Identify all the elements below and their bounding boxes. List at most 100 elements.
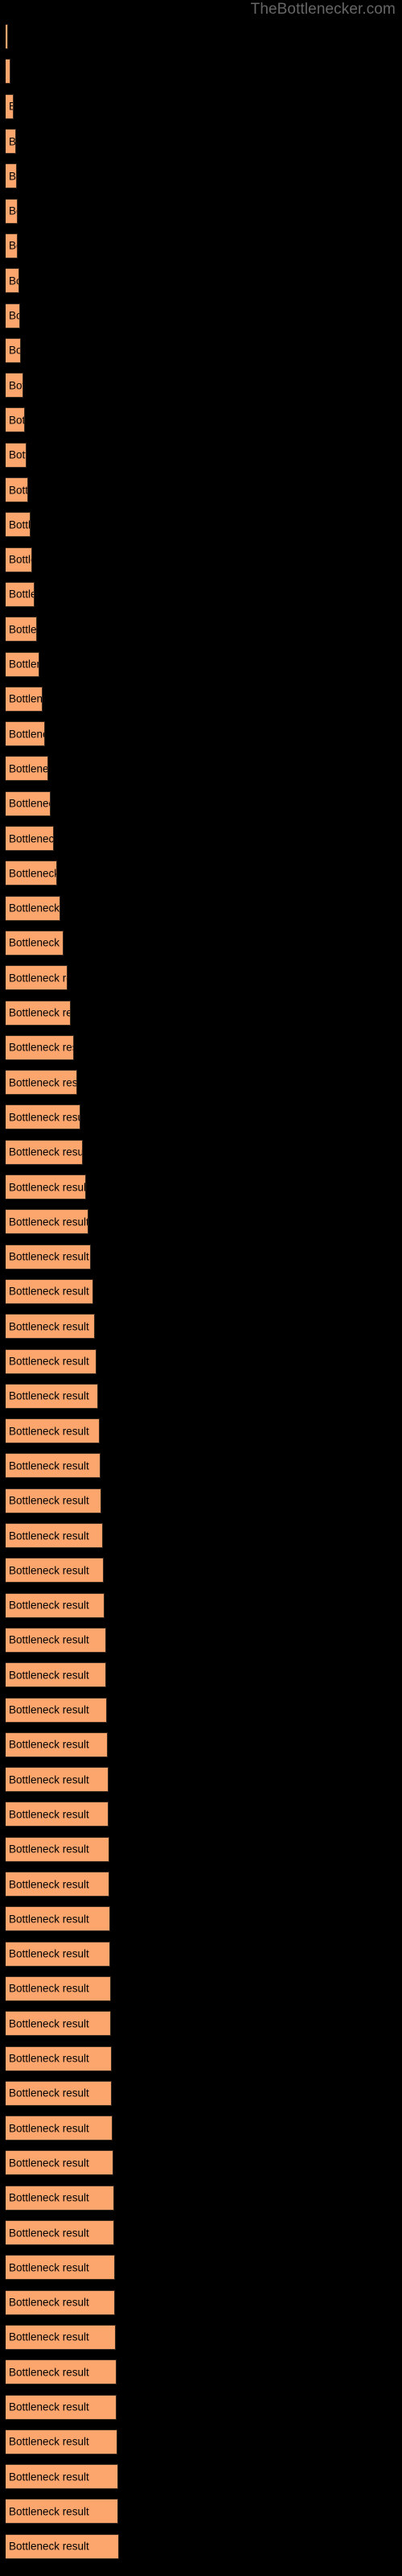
bar[interactable]: Bottleneck result bbox=[6, 129, 16, 155]
bar-row: Bottleneck result bbox=[0, 2041, 402, 2075]
bar[interactable]: Bottleneck result bbox=[6, 2011, 111, 2037]
bar[interactable]: Bottleneck result bbox=[6, 1592, 105, 1618]
bar[interactable]: Bottleneck result bbox=[6, 373, 23, 398]
bar[interactable]: Bottleneck result bbox=[6, 477, 28, 503]
bar[interactable]: Bottleneck result bbox=[6, 2289, 115, 2315]
bar[interactable]: Bottleneck result bbox=[6, 826, 54, 852]
bar[interactable]: Bottleneck result bbox=[6, 24, 8, 50]
bar[interactable]: Bottleneck result bbox=[6, 2394, 117, 2420]
bar-row: Bottleneck result bbox=[0, 159, 402, 193]
bar[interactable]: Bottleneck result bbox=[6, 1836, 109, 1862]
bar[interactable]: Bottleneck result bbox=[6, 1697, 107, 1723]
bar-label: Bottleneck result bbox=[9, 1285, 89, 1298]
bar-label: Bottleneck result bbox=[9, 2435, 89, 2448]
bar[interactable]: Bottleneck result bbox=[6, 1662, 106, 1688]
bar[interactable]: Bottleneck result bbox=[6, 1523, 103, 1549]
bar-label: Bottleneck result bbox=[9, 274, 18, 287]
bar[interactable]: Bottleneck result bbox=[6, 2499, 118, 2524]
bar-row: Bottleneck result bbox=[0, 1240, 402, 1274]
bar[interactable]: Bottleneck result bbox=[6, 2255, 115, 2281]
bar[interactable]: Bottleneck result bbox=[6, 407, 25, 433]
bar[interactable]: Bottleneck result bbox=[6, 1941, 110, 1967]
bar[interactable]: Bottleneck result bbox=[6, 1278, 93, 1304]
bar-row: Bottleneck result bbox=[0, 646, 402, 681]
bar[interactable]: Bottleneck result bbox=[6, 756, 48, 782]
bar-row: Bottleneck result bbox=[0, 960, 402, 995]
bar[interactable]: Bottleneck result bbox=[6, 1000, 71, 1026]
bar-row: Bottleneck result bbox=[0, 891, 402, 926]
bar[interactable]: Bottleneck result bbox=[6, 686, 43, 712]
bar[interactable]: Bottleneck result bbox=[6, 1453, 100, 1479]
bar[interactable]: Bottleneck result bbox=[6, 1418, 100, 1444]
bar[interactable]: Bottleneck result bbox=[6, 791, 51, 816]
bar[interactable]: Bottleneck result bbox=[6, 895, 60, 921]
bar[interactable]: Bottleneck result bbox=[6, 1034, 74, 1060]
bar[interactable]: Bottleneck result bbox=[6, 1314, 95, 1340]
bar[interactable]: Bottleneck result bbox=[6, 442, 27, 468]
bar-row: Bottleneck result bbox=[0, 124, 402, 159]
bar[interactable]: Bottleneck result bbox=[6, 1383, 98, 1409]
bar[interactable]: Bottleneck result bbox=[6, 1070, 77, 1096]
bar[interactable]: Bottleneck result bbox=[6, 233, 18, 258]
bar[interactable]: Bottleneck result bbox=[6, 1348, 96, 1374]
bar[interactable]: Bottleneck result bbox=[6, 930, 64, 956]
bar[interactable]: Bottleneck result bbox=[6, 965, 68, 991]
bar[interactable]: Bottleneck result bbox=[6, 1209, 88, 1235]
bar[interactable]: Bottleneck result bbox=[6, 1488, 101, 1513]
bar[interactable]: Bottleneck result bbox=[6, 1558, 104, 1583]
bar[interactable]: Bottleneck result bbox=[6, 93, 14, 119]
bar[interactable]: Bottleneck result bbox=[6, 2359, 117, 2385]
bar[interactable]: Bottleneck result bbox=[6, 861, 57, 886]
bar[interactable]: Bottleneck result bbox=[6, 303, 20, 328]
bar-row: Bottleneck result bbox=[0, 1170, 402, 1204]
bar-row: Bottleneck result bbox=[0, 89, 402, 124]
bar[interactable]: Bottleneck result bbox=[6, 547, 32, 572]
bar[interactable]: Bottleneck result bbox=[6, 1139, 83, 1165]
bar-row: Bottleneck result bbox=[0, 1728, 402, 1762]
bar-row: Bottleneck result bbox=[0, 1065, 402, 1100]
bar-row: Bottleneck result bbox=[0, 612, 402, 646]
bar-row: Bottleneck result bbox=[0, 577, 402, 612]
bar[interactable]: Bottleneck result bbox=[6, 59, 10, 85]
bar[interactable]: Bottleneck result bbox=[6, 617, 37, 642]
bar-row: Bottleneck result bbox=[0, 2529, 402, 2564]
bar[interactable]: Bottleneck result bbox=[6, 721, 45, 747]
bar[interactable]: Bottleneck result bbox=[6, 2533, 119, 2559]
bar[interactable]: Bottleneck result bbox=[6, 2150, 113, 2176]
bar-row: Bottleneck result bbox=[0, 1901, 402, 1936]
bar[interactable]: Bottleneck result bbox=[6, 2185, 114, 2211]
bar[interactable]: Bottleneck result bbox=[6, 2046, 112, 2071]
bar[interactable]: Bottleneck result bbox=[6, 581, 35, 607]
bar[interactable]: Bottleneck result bbox=[6, 1975, 111, 2001]
bar-label: Bottleneck result bbox=[9, 66, 10, 77]
bar[interactable]: Bottleneck result bbox=[6, 1104, 80, 1130]
bar-row: Bottleneck result bbox=[0, 926, 402, 960]
bar[interactable]: Bottleneck result bbox=[6, 1802, 109, 1827]
bar[interactable]: Bottleneck result bbox=[6, 1872, 109, 1897]
bar[interactable]: Bottleneck result bbox=[6, 163, 17, 189]
bar[interactable]: Bottleneck result bbox=[6, 198, 18, 224]
bar-row: Bottleneck result bbox=[0, 2494, 402, 2529]
bar[interactable]: Bottleneck result bbox=[6, 1627, 106, 1653]
bar-label: Bottleneck result bbox=[9, 518, 31, 531]
bar-label: Bottleneck result bbox=[9, 1633, 89, 1646]
bar[interactable]: Bottleneck result bbox=[6, 2464, 118, 2490]
bar-row: Bottleneck result bbox=[0, 2320, 402, 2355]
bar[interactable]: Bottleneck result bbox=[6, 2116, 113, 2141]
bar[interactable]: Bottleneck result bbox=[6, 512, 31, 538]
bar-row: Bottleneck result bbox=[0, 786, 402, 821]
bar[interactable]: Bottleneck result bbox=[6, 1732, 108, 1757]
bar[interactable]: Bottleneck result bbox=[6, 2080, 112, 2106]
bar-row: Bottleneck result bbox=[0, 2355, 402, 2389]
bar[interactable]: Bottleneck result bbox=[6, 1174, 86, 1200]
bar[interactable]: Bottleneck result bbox=[6, 1244, 91, 1269]
bar[interactable]: Bottleneck result bbox=[6, 2429, 117, 2454]
bar[interactable]: Bottleneck result bbox=[6, 2324, 116, 2350]
bar[interactable]: Bottleneck result bbox=[6, 651, 39, 677]
bar[interactable]: Bottleneck result bbox=[6, 268, 19, 294]
bar[interactable]: Bottleneck result bbox=[6, 1767, 109, 1793]
bar[interactable]: Bottleneck result bbox=[6, 1906, 110, 1932]
bar-row: Bottleneck result bbox=[0, 1100, 402, 1134]
bar[interactable]: Bottleneck result bbox=[6, 337, 21, 363]
bar[interactable]: Bottleneck result bbox=[6, 2220, 114, 2246]
